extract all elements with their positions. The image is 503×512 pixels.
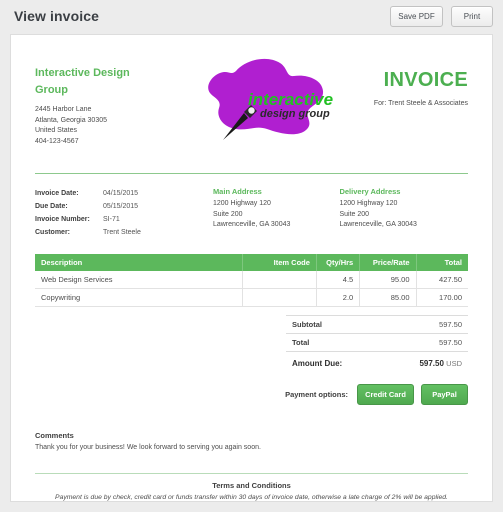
payment-options-row: Payment options: Credit Card PayPal [35, 384, 468, 405]
delivery-address-block: Delivery Address 1200 Highway 120 Suite … [339, 187, 468, 239]
save-pdf-button[interactable]: Save PDF [390, 5, 443, 27]
paypal-button[interactable]: PayPal [421, 384, 468, 405]
payment-options-label: Payment options: [285, 390, 348, 399]
meta-row-customer: Customer: Trent Steele [35, 226, 213, 239]
terms-body: Payment is due by check, credit card or … [55, 494, 448, 501]
delivery-address-line3: Lawrenceville, GA 30043 [339, 221, 417, 228]
column-header-qty: Qty/Hrs [316, 254, 361, 271]
line-items-table: Description Item Code Qty/Hrs Price/Rate… [35, 254, 468, 307]
totals-row-total: Total 597.50 [286, 333, 468, 352]
amount-due-label: Amount Due: [292, 359, 343, 368]
company-phone: 404-123-4567 [35, 137, 79, 145]
invoice-title-block: INVOICE For: Trent Steele & Associates [318, 57, 468, 107]
company-country: United States [35, 127, 78, 134]
meta-value: Trent Steele [103, 229, 141, 236]
cell-total: 170.00 [416, 288, 468, 307]
meta-row-invoice-number: Invoice Number: SI-71 [35, 213, 213, 226]
main-address-line1: 1200 Highway 120 [212, 200, 271, 207]
main-address-block: Main Address 1200 Highway 120 Suite 200 … [213, 187, 340, 239]
total-label: Total [286, 333, 383, 352]
meta-row-invoice-date: Invoice Date: 04/15/2015 [35, 187, 213, 200]
cell-description: Copywriting [35, 288, 244, 307]
cell-item-code [242, 288, 317, 307]
cell-qty: 2.0 [316, 288, 361, 307]
invoice-details-list: Invoice Date: 04/15/2015 Due Date: 05/15… [35, 187, 213, 239]
cell-rate: 95.00 [359, 271, 417, 289]
meta-label: Customer: [35, 229, 71, 236]
cell-item-code [242, 271, 317, 289]
amount-due-cell: 597.50 USD [383, 352, 468, 373]
main-address-line2: Suite 200 [212, 210, 243, 218]
meta-row-due-date: Due Date: 05/15/2015 [35, 200, 213, 213]
cell-qty: 4.5 [316, 271, 361, 289]
meta-value: SI-71 [103, 216, 120, 223]
meta-value: 05/15/2015 [103, 203, 139, 210]
amount-due-value: 597.50 [419, 359, 444, 368]
totals-table: Subtotal 597.50 Total 597.50 Amount Due:… [286, 315, 468, 372]
main-address-line3: Lawrenceville, GA 30043 [212, 221, 291, 228]
column-header-description: Description [35, 254, 244, 271]
delivery-address-line2: Suite 200 [339, 210, 370, 218]
main-address-title: Main Address [212, 187, 262, 196]
invoice-page: View invoice Save PDF Print Interactive … [0, 0, 503, 512]
column-header-item-code: Item Code [242, 254, 317, 271]
subtotal-label: Subtotal [286, 315, 383, 334]
comments-section: Comments Thank you for your business! We… [35, 431, 468, 451]
total-value: 597.50 [382, 333, 468, 352]
terms-divider [35, 473, 468, 474]
invoice-header: Interactive Design Group 2445 Harbor Lan… [35, 57, 468, 165]
totals-row-subtotal: Subtotal 597.50 [286, 315, 468, 334]
meta-label: Invoice Number: [35, 216, 90, 223]
comments-title: Comments [35, 431, 74, 440]
logo-area: interactive design group [185, 57, 333, 157]
invoice-heading: INVOICE [383, 69, 468, 91]
totals-area: Subtotal 597.50 Total 597.50 Amount Due:… [35, 315, 468, 372]
company-city: Atlanta, Georgia 30305 [35, 116, 107, 124]
column-header-total: Total [416, 254, 468, 271]
company-logo-icon: interactive design group [190, 53, 340, 149]
print-button[interactable]: Print [451, 5, 493, 27]
invoice-card: Interactive Design Group 2445 Harbor Lan… [10, 34, 493, 502]
column-header-rate: Price/Rate [359, 254, 417, 271]
cell-description: Web Design Services [35, 271, 244, 289]
meta-label: Invoice Date: [35, 190, 79, 197]
terms-title: Terms and Conditions [212, 481, 291, 490]
table-header-row: Description Item Code Qty/Hrs Price/Rate… [35, 254, 468, 271]
company-street: 2445 Harbor Lane [35, 106, 92, 113]
invoice-meta-section: Invoice Date: 04/15/2015 Due Date: 05/15… [35, 174, 468, 239]
amount-due-currency: USD [446, 359, 462, 368]
svg-text:design group: design group [260, 108, 330, 120]
svg-text:interactive: interactive [248, 90, 333, 109]
cell-rate: 85.00 [359, 288, 417, 307]
totals-row-amount-due: Amount Due: 597.50 USD [286, 352, 468, 373]
subtotal-value: 597.50 [382, 315, 468, 334]
company-block: Interactive Design Group 2445 Harbor Lan… [35, 57, 185, 147]
table-row: Copywriting 2.0 85.00 170.00 [35, 288, 468, 307]
invoice-recipient: For: Trent Steele & Associates [373, 100, 468, 107]
toolbar-button-group: Save PDF Print [390, 5, 493, 27]
credit-card-button[interactable]: Credit Card [357, 384, 414, 405]
delivery-address-title: Delivery Address [339, 187, 401, 196]
terms-section: Terms and Conditions Payment is due by c… [35, 473, 468, 501]
table-row: Web Design Services 4.5 95.00 427.50 [35, 271, 468, 289]
meta-value: 04/15/2015 [103, 190, 139, 197]
company-name: Interactive Design Group [35, 67, 130, 96]
meta-label: Due Date: [35, 203, 68, 210]
cell-total: 427.50 [416, 271, 468, 289]
delivery-address-line1: 1200 Highway 120 [339, 200, 398, 207]
page-title: View invoice [14, 8, 99, 24]
comments-body: Thank you for your business! We look for… [35, 444, 261, 451]
top-toolbar: View invoice Save PDF Print [0, 0, 503, 32]
